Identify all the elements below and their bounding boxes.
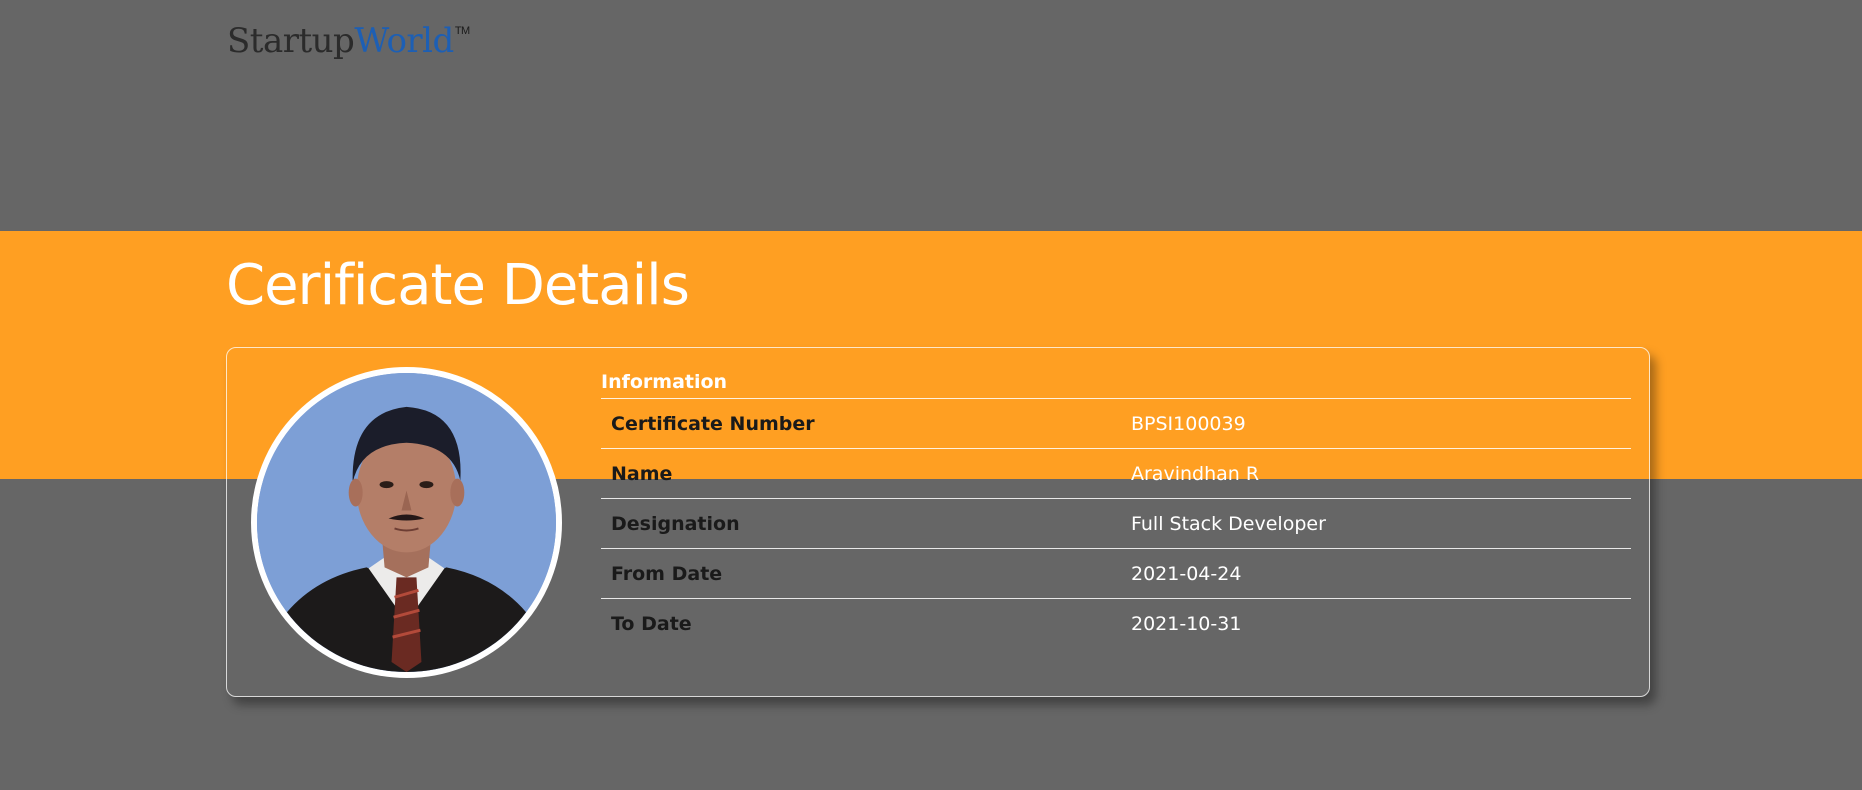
certificate-card: Information Certificate Number BPSI10003…: [226, 347, 1650, 697]
table-row-from-date: From Date 2021-04-24: [601, 549, 1631, 599]
row-value: 2021-10-31: [1131, 612, 1242, 635]
information-table: Information Certificate Number BPSI10003…: [601, 370, 1631, 648]
table-row-name: Name Aravindhan R: [601, 449, 1631, 499]
row-value: 2021-04-24: [1131, 562, 1242, 585]
row-label: Designation: [611, 512, 740, 535]
table-row-designation: Designation Full Stack Developer: [601, 499, 1631, 549]
startupworld-logo[interactable]: StartupWorldTM: [227, 24, 470, 58]
row-value: Aravindhan R: [1131, 462, 1260, 485]
logo-text-world: World: [354, 21, 454, 61]
row-label: To Date: [611, 612, 692, 635]
site-header: StartupWorldTM: [0, 0, 1862, 231]
person-photo-icon: [257, 373, 556, 672]
profile-photo: [251, 367, 562, 678]
row-value: BPSI100039: [1131, 412, 1246, 435]
row-label: From Date: [611, 562, 723, 585]
page-title: Cerificate Details: [226, 253, 690, 318]
row-value: Full Stack Developer: [1131, 512, 1326, 535]
logo-text-startup: Startup: [227, 21, 355, 61]
row-label: Name: [611, 462, 673, 485]
logo-trademark: TM: [454, 25, 470, 37]
table-row-to-date: To Date 2021-10-31: [601, 599, 1631, 648]
table-row-certificate-number: Certificate Number BPSI100039: [601, 399, 1631, 449]
row-label: Certificate Number: [611, 412, 815, 435]
information-heading: Information: [601, 370, 1631, 399]
